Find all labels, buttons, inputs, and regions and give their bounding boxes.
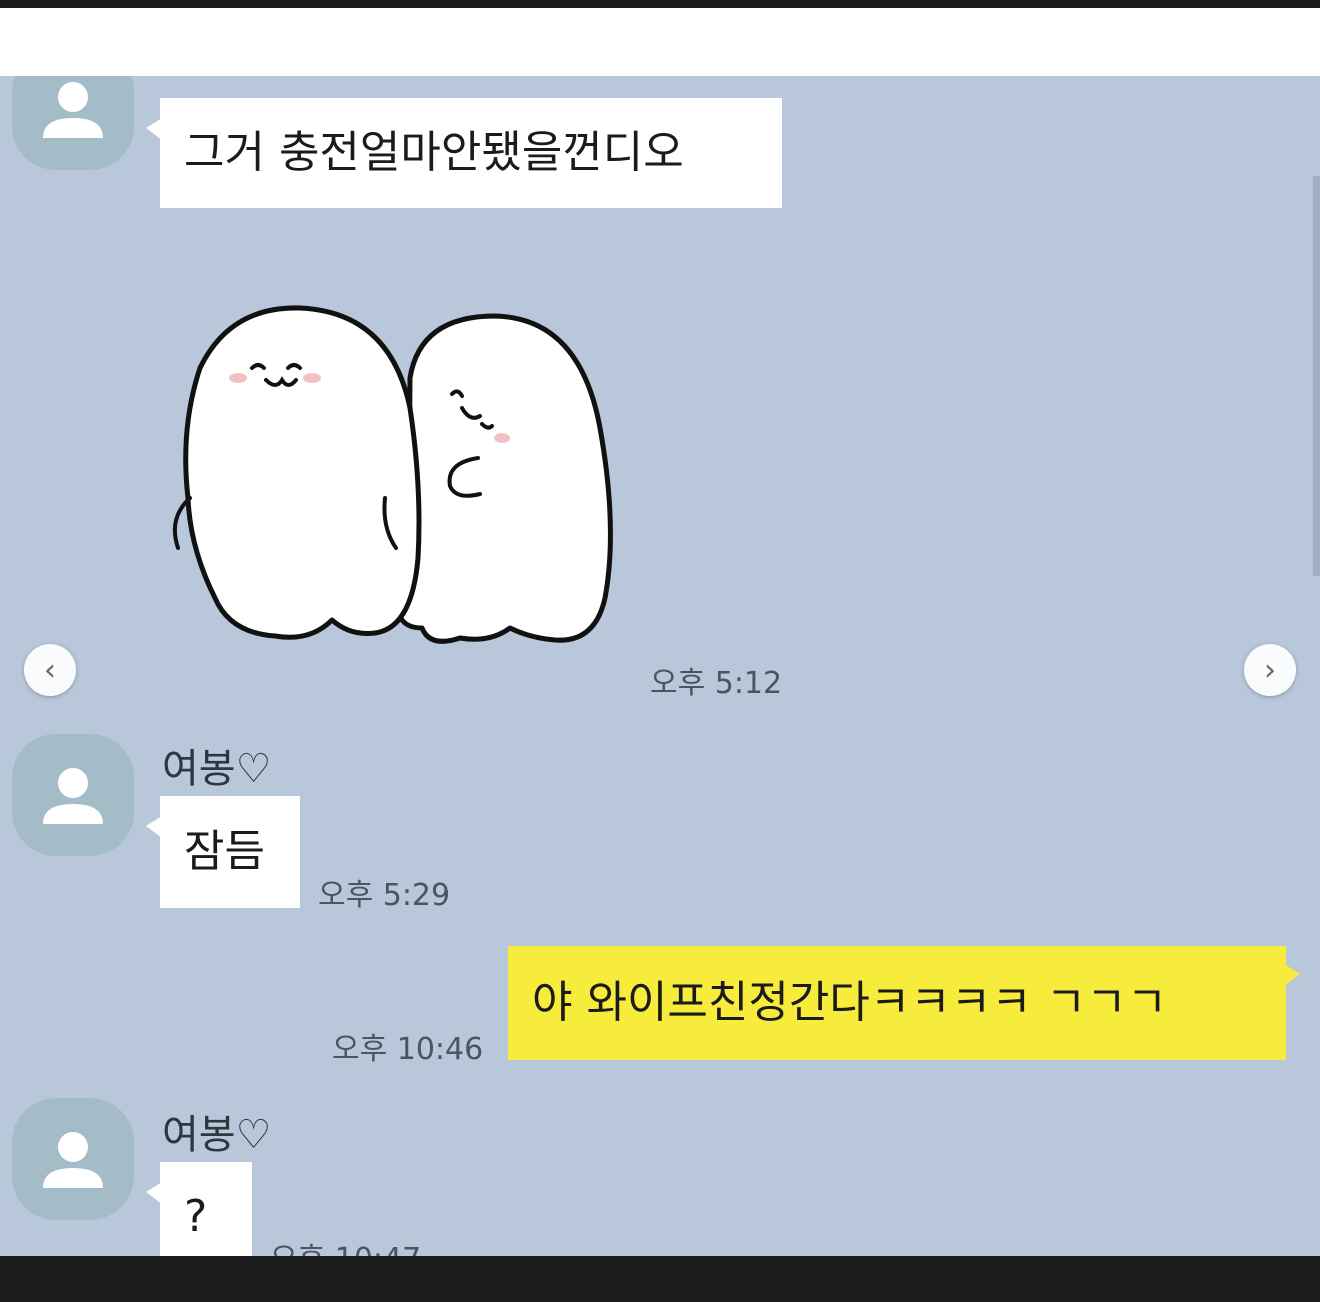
avatar[interactable] (12, 1098, 134, 1220)
message-bubble-incoming[interactable]: ? (146, 1162, 252, 1256)
scrollbar[interactable] (1313, 176, 1320, 576)
message-timestamp: 오후 10:47 (270, 1234, 421, 1256)
bottom-bar (0, 1256, 1320, 1302)
top-bar (0, 0, 1320, 8)
message-text: 잠듬 (184, 826, 265, 877)
user-silhouette-icon (43, 1132, 103, 1188)
message-timestamp: 오후 5:12 (650, 666, 783, 701)
chat-area[interactable]: 그거 충전얼마안됐을껀디오 오후 5:12 여봉♡ 잠듬 오후 5:29 오후 … (0, 76, 1320, 1256)
message-text: 그거 충전얼마안됐을껀디오 (184, 127, 684, 178)
chevron-right-icon: › (1264, 652, 1276, 688)
message-timestamp: 오후 5:29 (318, 878, 451, 913)
message-timestamp: 오후 10:46 (332, 1032, 484, 1067)
next-button[interactable]: › (1244, 644, 1296, 696)
message-text: 야 와이프친정간다ㅋㅋㅋㅋ ㄱㄱㄱ (532, 977, 1168, 1028)
message-bubble-outgoing[interactable]: 야 와이프친정간다ㅋㅋㅋㅋ ㄱㄱㄱ (508, 946, 1300, 1060)
avatar[interactable] (12, 734, 134, 856)
previous-button[interactable]: ‹ (24, 644, 76, 696)
sticker-image[interactable] (160, 298, 640, 678)
chevron-left-icon: ‹ (44, 652, 56, 688)
sender-name: 여봉♡ (162, 1112, 272, 1158)
message-bubble-incoming[interactable]: 그거 충전얼마안됐을껀디오 (146, 98, 782, 208)
avatar[interactable] (12, 76, 134, 170)
user-silhouette-icon (43, 82, 103, 138)
message-bubble-incoming[interactable]: 잠듬 (146, 796, 300, 908)
user-silhouette-icon (43, 768, 103, 824)
sender-name: 여봉♡ (162, 746, 272, 792)
message-text: ? (184, 1191, 208, 1242)
